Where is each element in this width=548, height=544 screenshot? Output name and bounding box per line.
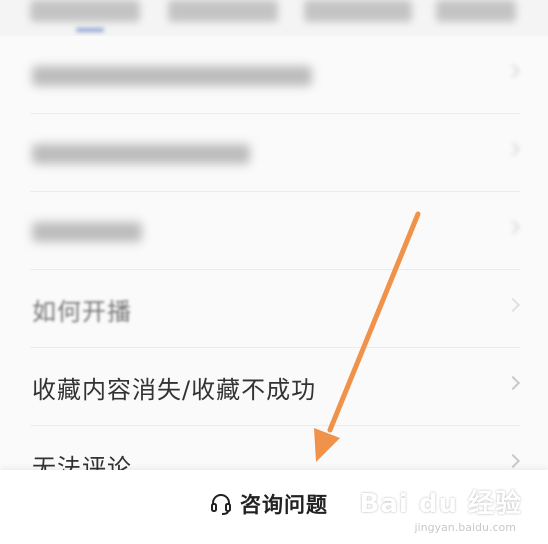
faq-list: 如何开播 收藏内容消失/收藏不成功 无法评论: [0, 36, 548, 506]
faq-item-label: 收藏内容消失/收藏不成功: [32, 376, 317, 404]
tab-2[interactable]: [168, 0, 278, 22]
chevron-right-icon: [505, 219, 521, 235]
faq-item-2[interactable]: [0, 114, 548, 192]
faq-item-label-blurred: [32, 144, 250, 164]
tab-1[interactable]: [30, 0, 140, 22]
chevron-right-icon: [505, 63, 521, 79]
watermark-url: jingyan.baidu.com: [414, 521, 516, 534]
faq-item-label-blurred: [32, 66, 312, 86]
chevron-right-icon: [505, 375, 521, 391]
faq-item-1[interactable]: [0, 36, 548, 114]
tab-indicator: [76, 28, 104, 32]
tab-4[interactable]: [436, 0, 516, 22]
chevron-right-icon: [505, 141, 521, 157]
faq-item-label-blurred: [32, 222, 142, 242]
consult-button[interactable]: 咨询问题: [210, 488, 328, 520]
tab-bar: [0, 0, 548, 40]
faq-item-5[interactable]: 收藏内容消失/收藏不成功: [0, 348, 548, 426]
chevron-right-icon: [505, 297, 521, 313]
headset-icon: [211, 494, 231, 515]
consult-label: 咨询问题: [240, 493, 328, 517]
chevron-right-icon: [505, 453, 521, 469]
faq-item-3[interactable]: [0, 192, 548, 270]
tab-3[interactable]: [304, 0, 412, 22]
watermark-logo: Bai du 经验: [359, 489, 522, 519]
faq-item-4[interactable]: 如何开播: [0, 270, 548, 348]
faq-item-label: 如何开播: [32, 298, 132, 326]
